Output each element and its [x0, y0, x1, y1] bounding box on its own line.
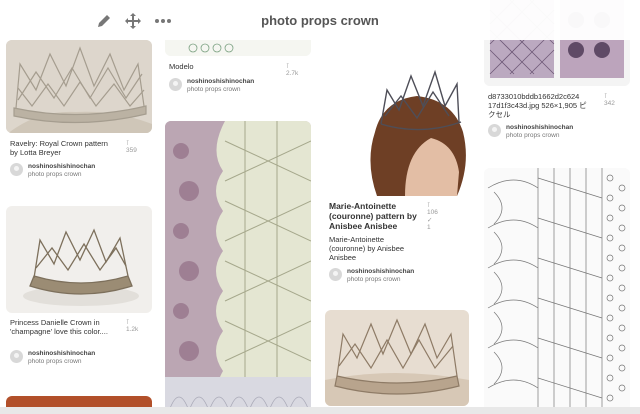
- owner-board[interactable]: photo props crown: [28, 171, 81, 178]
- crown-image: [325, 310, 469, 406]
- repin-count: ⊺ 342: [604, 93, 615, 107]
- pin-image[interactable]: [325, 310, 469, 406]
- repin-count: ⊺ 359: [126, 140, 137, 154]
- pin-icon: ⊺: [604, 93, 608, 100]
- pin-description: d8733010bddb1662d2c624 17d1f3c43d.jpg 52…: [488, 92, 587, 119]
- avatar[interactable]: [488, 124, 501, 137]
- pin-description: Princess Danielle Crown in 'champagne' l…: [10, 318, 108, 336]
- repin-count: ⊺ 2.7k: [286, 63, 299, 77]
- pin-image[interactable]: [6, 206, 152, 313]
- pin-image[interactable]: [6, 40, 152, 133]
- pin-icon: ⊺: [126, 319, 130, 326]
- pin-description: Ravelry: Royal Crown pattern by Lotta Br…: [10, 139, 108, 157]
- pin-owner[interactable]: noshinoshishinochan photo props crown: [488, 124, 628, 140]
- owner-board[interactable]: photo props crown: [187, 86, 240, 93]
- pin-description: Modelo: [169, 62, 194, 71]
- repin-count: ⊺ 1.2k: [126, 319, 139, 333]
- pin-image[interactable]: [325, 52, 469, 196]
- lace-edging-image: [165, 121, 311, 414]
- avatar[interactable]: [10, 163, 23, 176]
- owner-board[interactable]: photo props crown: [28, 358, 81, 365]
- pin-title: Marie-Antoinette (couronne) pattern by A…: [329, 201, 417, 231]
- owner-name[interactable]: noshinoshishinochan: [506, 124, 573, 131]
- repin-count: ⊺ 106 ✓ 1: [427, 202, 438, 231]
- owner-name[interactable]: noshinoshishinochan: [28, 350, 95, 357]
- pin-icon: ⊺: [126, 140, 130, 147]
- pin-owner[interactable]: noshinoshishinochan photo props crown: [329, 268, 469, 284]
- pin-icon: ⊺: [427, 202, 431, 209]
- crown-on-model-image: [325, 52, 469, 196]
- crochet-chart-image: [484, 168, 630, 414]
- avatar[interactable]: [329, 268, 342, 281]
- pin-owner[interactable]: noshinoshishinochan photo props crown: [10, 350, 150, 366]
- owner-board[interactable]: photo props crown: [506, 132, 559, 139]
- pin-owner[interactable]: noshinoshishinochan photo props crown: [10, 163, 150, 179]
- horizontal-scrollbar[interactable]: [0, 407, 640, 414]
- pin-image[interactable]: [484, 168, 630, 414]
- avatar[interactable]: [169, 78, 182, 91]
- heart-check-icon: ✓: [427, 217, 433, 224]
- owner-name[interactable]: noshinoshishinochan: [187, 78, 254, 85]
- pin-description: Marie-Antoinette (couronne) by Anisbee A…: [329, 235, 405, 262]
- pin-image[interactable]: [165, 121, 311, 414]
- crown-image: [6, 206, 152, 313]
- owner-board[interactable]: photo props crown: [347, 276, 400, 283]
- crown-image: [6, 40, 152, 133]
- page-title: photo props crown: [261, 13, 379, 28]
- owner-name[interactable]: noshinoshishinochan: [347, 268, 414, 275]
- owner-name[interactable]: noshinoshishinochan: [28, 163, 95, 170]
- board-header: photo props crown: [0, 0, 640, 40]
- pin-owner[interactable]: noshinoshishinochan photo props crown: [169, 78, 309, 94]
- pin-icon: ⊺: [286, 63, 290, 70]
- avatar[interactable]: [10, 350, 23, 363]
